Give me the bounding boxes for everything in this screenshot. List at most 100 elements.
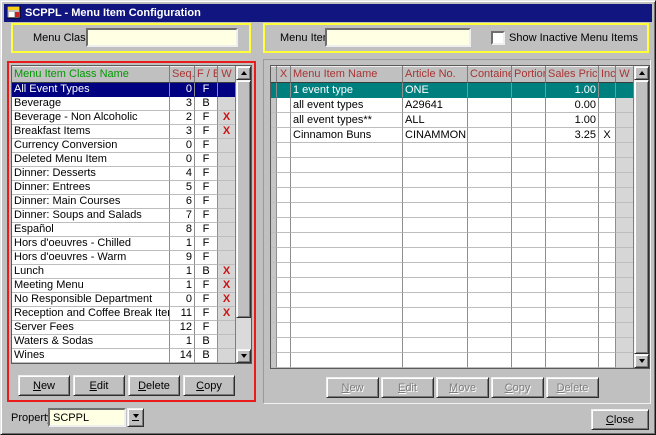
menu-item-row-empty[interactable] xyxy=(271,278,649,293)
cell-fb: B xyxy=(195,265,218,279)
cell-inc xyxy=(599,113,616,128)
menu-item-row-empty[interactable] xyxy=(271,293,649,308)
menu-item-scrollbar[interactable] xyxy=(633,66,649,368)
header-container[interactable]: Container xyxy=(468,66,512,83)
menu-item-row-empty[interactable] xyxy=(271,233,649,248)
menu-class-row[interactable]: Dinner: Entrees5F xyxy=(12,181,251,195)
menu-class-row[interactable]: Dinner: Main Courses6F xyxy=(12,195,251,209)
header-x[interactable]: X xyxy=(277,66,291,83)
cell-seq: 1 xyxy=(170,279,195,293)
menu-item-row-empty[interactable] xyxy=(271,158,649,173)
cell-x xyxy=(277,233,291,248)
scroll-up-button[interactable] xyxy=(634,66,649,80)
class-delete-button[interactable]: Delete xyxy=(128,375,180,396)
menu-item-input[interactable] xyxy=(325,28,471,47)
menu-class-scrollbar[interactable] xyxy=(235,66,251,363)
scrollbar-thumb[interactable] xyxy=(634,80,649,354)
cell-fb: F xyxy=(195,167,218,181)
header-inc[interactable]: Inc xyxy=(599,66,616,83)
item-edit-button[interactable]: Edit xyxy=(381,377,434,398)
header-fb[interactable]: F / B xyxy=(195,66,218,83)
cell-portion xyxy=(512,263,546,278)
cell-sales-price xyxy=(546,218,599,233)
menu-class-row[interactable]: Beverage - Non Alcoholic2FX xyxy=(12,111,251,125)
header-menu-item-name[interactable]: Menu Item Name xyxy=(291,66,403,83)
cell-class-name: Hors d'oeuvres - Chilled xyxy=(12,237,170,251)
menu-item-row[interactable]: all event types**ALL1.00 xyxy=(271,113,649,128)
menu-class-row[interactable]: Dinner: Desserts4F xyxy=(12,167,251,181)
menu-class-input[interactable] xyxy=(86,28,238,47)
cell-sales-price xyxy=(546,173,599,188)
menu-class-table-header: Menu Item Class Name Seq. F / B W xyxy=(12,66,251,83)
cell-w xyxy=(616,353,633,368)
menu-class-row[interactable]: Lunch1BX xyxy=(12,265,251,279)
cell-sales-price: 0.00 xyxy=(546,98,599,113)
cell-seq: 12 xyxy=(170,321,195,335)
menu-class-row[interactable]: Beverage3B xyxy=(12,97,251,111)
menu-class-row[interactable]: Breakfast Items3FX xyxy=(12,125,251,139)
cell-seq: 3 xyxy=(170,97,195,111)
menu-class-row[interactable]: Hors d'oeuvres - Warm9F xyxy=(12,251,251,265)
cell-x xyxy=(277,143,291,158)
menu-item-row-empty[interactable] xyxy=(271,143,649,158)
scroll-up-button[interactable] xyxy=(236,66,251,80)
menu-item-row-empty[interactable] xyxy=(271,203,649,218)
menu-item-row-empty[interactable] xyxy=(271,173,649,188)
menu-item-row-empty[interactable] xyxy=(271,188,649,203)
menu-item-row-empty[interactable] xyxy=(271,248,649,263)
menu-item-row[interactable]: 1 event typeONE1.00 xyxy=(271,83,649,98)
cell-portion xyxy=(512,293,546,308)
item-move-button[interactable]: Move xyxy=(436,377,489,398)
menu-class-row[interactable]: All Event Types0F xyxy=(12,83,251,97)
header-sales-price[interactable]: Sales Price xyxy=(546,66,599,83)
menu-item-row-empty[interactable] xyxy=(271,263,649,278)
cell-class-name: Dinner: Main Courses xyxy=(12,195,170,209)
menu-class-row[interactable]: No Responsible Department0FX xyxy=(12,293,251,307)
header-w[interactable]: W xyxy=(218,66,235,83)
property-dropdown-button[interactable] xyxy=(127,408,144,427)
menu-item-row[interactable]: all event typesA296410.00 xyxy=(271,98,649,113)
property-field[interactable]: SCPPL xyxy=(48,408,126,427)
close-button[interactable]: Close xyxy=(591,409,649,430)
class-edit-button[interactable]: Edit xyxy=(73,375,125,396)
header-menu-item-class-name[interactable]: Menu Item Class Name xyxy=(12,66,170,83)
item-new-button[interactable]: New xyxy=(326,377,379,398)
item-copy-button[interactable]: Copy xyxy=(491,377,544,398)
menu-class-row[interactable]: Currency Conversion0F xyxy=(12,139,251,153)
cell-item-name xyxy=(291,323,403,338)
menu-item-row-empty[interactable] xyxy=(271,323,649,338)
header-article-no[interactable]: Article No. xyxy=(403,66,468,83)
menu-item-row[interactable]: Cinnamon BunsCINAMMON3.25X xyxy=(271,128,649,143)
scroll-down-button[interactable] xyxy=(634,354,649,368)
cell-w xyxy=(616,338,633,353)
cell-article-no: ALL xyxy=(403,113,468,128)
header-seq[interactable]: Seq. xyxy=(170,66,195,83)
cell-article-no xyxy=(403,278,468,293)
cell-container xyxy=(468,218,512,233)
menu-class-row[interactable]: Wines14B xyxy=(12,349,251,363)
menu-class-row[interactable]: Meeting Menu1FX xyxy=(12,279,251,293)
scroll-down-button[interactable] xyxy=(236,349,251,363)
cell-sales-price: 3.25 xyxy=(546,128,599,143)
class-new-button[interactable]: New xyxy=(18,375,70,396)
header-w[interactable]: W xyxy=(616,66,633,83)
window-title: SCPPL - Menu Item Configuration xyxy=(25,7,201,19)
menu-class-row[interactable]: Dinner: Soups and Salads7F xyxy=(12,209,251,223)
menu-item-row-empty[interactable] xyxy=(271,308,649,323)
menu-item-row-empty[interactable] xyxy=(271,338,649,353)
menu-class-row[interactable]: Español8F xyxy=(12,223,251,237)
menu-class-row[interactable]: Server Fees12F xyxy=(12,321,251,335)
class-copy-button[interactable]: Copy xyxy=(183,375,235,396)
cell-w xyxy=(218,83,235,97)
show-inactive-checkbox[interactable] xyxy=(491,31,505,45)
scrollbar-thumb[interactable] xyxy=(236,80,251,318)
menu-class-row[interactable]: Reception and Coffee Break Items11FX xyxy=(12,307,251,321)
header-portion[interactable]: Portion xyxy=(512,66,546,83)
menu-class-row[interactable]: Deleted Menu Item0F xyxy=(12,153,251,167)
menu-class-row[interactable]: Waters & Sodas1B xyxy=(12,335,251,349)
menu-item-row-empty[interactable] xyxy=(271,353,649,368)
menu-item-row-empty[interactable] xyxy=(271,218,649,233)
menu-class-row[interactable]: Hors d'oeuvres - Chilled1F xyxy=(12,237,251,251)
cell-class-name: Currency Conversion xyxy=(12,139,170,153)
item-delete-button[interactable]: Delete xyxy=(546,377,599,398)
